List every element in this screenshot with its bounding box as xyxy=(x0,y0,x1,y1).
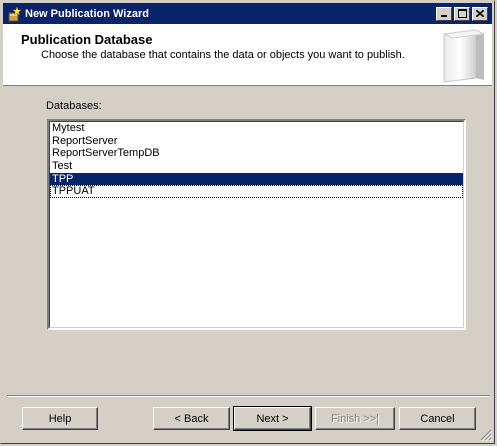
maximize-icon xyxy=(457,9,467,18)
title-bar[interactable]: New Publication Wizard xyxy=(3,3,492,24)
close-button[interactable] xyxy=(472,6,488,21)
list-item[interactable]: ReportServerTempDB xyxy=(50,147,463,160)
back-button-label: < Back xyxy=(174,412,209,425)
list-item-selected[interactable]: TPP xyxy=(50,172,463,186)
wizard-icon xyxy=(8,5,22,21)
minimize-icon xyxy=(441,15,447,17)
list-item[interactable]: TPPUAT xyxy=(50,185,463,199)
resize-grip-icon[interactable] xyxy=(480,429,492,441)
next-button-label: Next > xyxy=(256,412,289,425)
list-item[interactable]: ReportServer xyxy=(50,135,463,148)
finish-button-label: Finish >>| xyxy=(330,412,380,425)
close-icon xyxy=(476,10,484,17)
window-title: New Publication Wizard xyxy=(25,7,149,20)
help-button[interactable]: Help xyxy=(22,407,98,430)
footer-divider xyxy=(7,395,490,397)
minimize-button[interactable] xyxy=(436,6,452,21)
page-subtitle: Choose the database that contains the da… xyxy=(41,49,405,61)
databases-label: Databases: xyxy=(46,100,102,112)
listbox-frame: Mytest ReportServer ReportServerTempDB T… xyxy=(49,121,464,328)
back-button[interactable]: < Back xyxy=(153,407,230,430)
finish-button[interactable]: Finish >>| xyxy=(315,407,395,430)
wizard-banner-art xyxy=(442,29,486,83)
list-item[interactable]: Test xyxy=(50,160,463,173)
cancel-button-label: Cancel xyxy=(420,412,455,425)
list-item[interactable]: Mytest xyxy=(50,122,463,135)
help-button-label: Help xyxy=(48,412,72,425)
wizard-window: New Publication Wizard Publication Datab… xyxy=(0,0,495,444)
wizard-header: Publication Database Choose the database… xyxy=(3,24,492,86)
databases-listbox[interactable]: Mytest ReportServer ReportServerTempDB T… xyxy=(47,119,466,330)
page-title: Publication Database xyxy=(21,32,153,47)
cancel-button[interactable]: Cancel xyxy=(399,407,476,430)
maximize-button[interactable] xyxy=(454,6,470,21)
next-button[interactable]: Next > xyxy=(233,406,312,431)
